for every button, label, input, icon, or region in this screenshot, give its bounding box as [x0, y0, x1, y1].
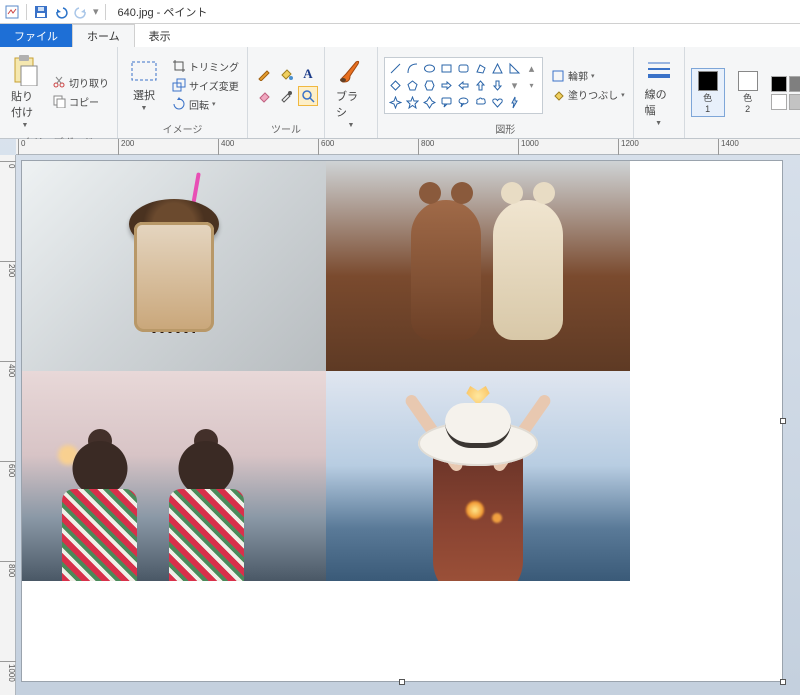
- resize-handle-right[interactable]: [780, 418, 786, 424]
- tab-home[interactable]: ホーム: [72, 24, 135, 47]
- group-size: 線の幅 ▼: [634, 47, 685, 138]
- pencil-tool[interactable]: [254, 64, 274, 84]
- swatch[interactable]: [789, 76, 800, 92]
- ribbon: 貼り付け ▼ 切り取り コピー クリップボード 選択 ▼: [0, 47, 800, 139]
- shape-arrow-d[interactable]: [490, 78, 505, 93]
- swatch[interactable]: [771, 76, 787, 92]
- window-title: 640.jpg - ペイント: [118, 4, 208, 20]
- shape-lightning[interactable]: [507, 95, 522, 110]
- group-colors: 色 1 色 2: [685, 47, 800, 138]
- color2-button[interactable]: 色 2: [731, 68, 765, 117]
- photo-bottom-right: [326, 371, 630, 581]
- picker-tool[interactable]: [276, 86, 296, 106]
- shape-callout-rect[interactable]: [439, 95, 454, 110]
- image-content: [22, 161, 630, 581]
- swatch[interactable]: [789, 94, 800, 110]
- resize-icon: [172, 78, 186, 92]
- shape-star5[interactable]: [405, 95, 420, 110]
- group-image: 選択 ▼ トリミング サイズ変更 回転 ▾ イメージ: [118, 47, 248, 138]
- canvas[interactable]: [22, 161, 782, 681]
- group-label-image: イメージ: [163, 119, 203, 136]
- shape-curve[interactable]: [405, 61, 420, 76]
- group-clipboard: 貼り付け ▼ 切り取り コピー クリップボード: [0, 47, 118, 138]
- redo-icon[interactable]: [73, 4, 89, 20]
- shape-callout-cloud[interactable]: [473, 95, 488, 110]
- shape-rect[interactable]: [439, 61, 454, 76]
- shape-polygon[interactable]: [473, 61, 488, 76]
- swatch[interactable]: [771, 94, 787, 110]
- tab-strip: ファイル ホーム 表示: [0, 24, 800, 47]
- fill-tool[interactable]: [276, 64, 296, 84]
- shape-heart[interactable]: [490, 95, 505, 110]
- color1-chip: [698, 71, 718, 91]
- app-icon: [4, 4, 20, 20]
- color-swatches: [771, 76, 800, 110]
- paste-button[interactable]: 貼り付け ▼: [6, 51, 44, 132]
- copy-icon: [52, 94, 66, 108]
- paste-label: 貼り付け: [11, 88, 39, 120]
- resize-handle-bottom[interactable]: [399, 679, 405, 685]
- scissors-icon: [52, 75, 66, 89]
- fill-icon: [551, 88, 565, 102]
- shape-fill-button[interactable]: 塗りつぶし▾: [549, 86, 627, 103]
- shape-triangle[interactable]: [490, 61, 505, 76]
- eraser-tool[interactable]: [254, 86, 274, 106]
- shape-rtriangle[interactable]: [507, 61, 522, 76]
- save-icon[interactable]: [33, 4, 49, 20]
- resize-handle-corner[interactable]: [780, 679, 786, 685]
- shape-hexagon[interactable]: [422, 78, 437, 93]
- crop-button[interactable]: トリミング: [170, 58, 241, 75]
- outline-icon: [551, 69, 565, 83]
- copy-button[interactable]: コピー: [50, 93, 111, 110]
- shape-arrow-r[interactable]: [439, 78, 454, 93]
- select-button[interactable]: 選択 ▼: [124, 56, 164, 115]
- shape-oval[interactable]: [422, 61, 437, 76]
- shape-star6[interactable]: [422, 95, 437, 110]
- shape-star4[interactable]: [388, 95, 403, 110]
- workspace: 0 200 400 600 800 1000: [0, 155, 800, 695]
- ruler-vertical: 0 200 400 600 800 1000: [0, 155, 16, 695]
- photo-bottom-left: [22, 371, 326, 581]
- rotate-button[interactable]: 回転 ▾: [170, 96, 241, 113]
- rotate-icon: [172, 97, 186, 111]
- group-label-tools: ツール: [271, 119, 301, 136]
- photo-top-right: [326, 161, 630, 371]
- shape-pentagon[interactable]: [405, 78, 420, 93]
- shape-arrow-u[interactable]: [473, 78, 488, 93]
- shape-gallery[interactable]: ▴ ▾ ▾: [384, 57, 543, 114]
- shape-expand[interactable]: ▾: [524, 78, 539, 93]
- title-bar: ▾ 640.jpg - ペイント: [0, 0, 800, 24]
- group-tools: A ツール: [248, 47, 325, 138]
- cut-button[interactable]: 切り取り: [50, 74, 111, 91]
- color2-chip: [738, 71, 758, 91]
- shape-diamond[interactable]: [388, 78, 403, 93]
- shape-outline-button[interactable]: 輪郭▾: [549, 67, 627, 84]
- text-tool[interactable]: A: [298, 64, 318, 84]
- size-button[interactable]: 線の幅 ▼: [640, 55, 678, 130]
- group-brushes: ブラシ ▼: [325, 47, 378, 138]
- shape-scroll-dn[interactable]: ▾: [507, 78, 522, 93]
- tab-view[interactable]: 表示: [135, 24, 185, 47]
- crop-icon: [172, 59, 186, 73]
- shape-callout-oval[interactable]: [456, 95, 471, 110]
- group-label-shapes: 図形: [495, 119, 515, 136]
- magnifier-tool[interactable]: [298, 86, 318, 106]
- color1-button[interactable]: 色 1: [691, 68, 725, 117]
- shape-roundrect[interactable]: [456, 61, 471, 76]
- brushes-button[interactable]: ブラシ ▼: [331, 53, 371, 132]
- undo-icon[interactable]: [53, 4, 69, 20]
- photo-top-left: [22, 161, 326, 371]
- ruler-horizontal: 0 200 400 600 800 1000 1200 1400: [16, 139, 800, 155]
- canvas-viewport[interactable]: [16, 155, 800, 695]
- shape-line[interactable]: [388, 61, 403, 76]
- resize-button[interactable]: サイズ変更: [170, 77, 241, 94]
- shape-arrow-l[interactable]: [456, 78, 471, 93]
- tab-file[interactable]: ファイル: [0, 24, 72, 47]
- shape-scroll-up[interactable]: ▴: [524, 61, 539, 76]
- group-shapes: ▴ ▾ ▾: [378, 47, 634, 138]
